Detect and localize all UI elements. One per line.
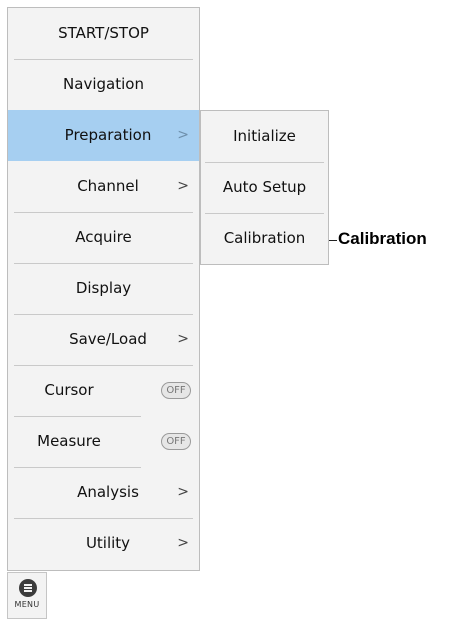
menu-item-navigation[interactable]: Navigation [8, 59, 199, 110]
menu-item-label: START/STOP [58, 24, 149, 42]
menu-item-label: Navigation [63, 75, 144, 93]
menu-item-label: Display [75, 279, 132, 297]
chevron-right-icon: > [177, 127, 189, 143]
submenu-item-initialize[interactable]: Initialize [201, 111, 328, 162]
menu-item-label: Preparation [64, 126, 152, 144]
menu-item-label: Analysis [77, 483, 139, 501]
menu-item-display[interactable]: Display [8, 263, 199, 314]
menu-button[interactable]: MENU [7, 572, 47, 619]
menu-item-label: Channel [77, 177, 139, 195]
menu-item-label: Utility [85, 534, 131, 552]
menu-item-preparation[interactable]: Preparation > [8, 110, 199, 161]
menu-item-label: Acquire [75, 228, 132, 246]
callout-leader-line [329, 240, 337, 241]
menu-item-measure[interactable]: Measure OFF [8, 416, 199, 467]
menu-item-analysis[interactable]: Analysis > [8, 467, 199, 518]
menu-item-channel[interactable]: Channel > [8, 161, 199, 212]
callout-label: Calibration [338, 229, 427, 248]
menu-item-start-stop[interactable]: START/STOP [8, 8, 199, 59]
submenu-item-auto-setup[interactable]: Auto Setup [201, 162, 328, 213]
menu-item-label: Save/Load [69, 330, 147, 348]
preparation-submenu: Initialize Auto Setup Calibration [200, 110, 329, 265]
menu-icon [19, 579, 37, 597]
chevron-right-icon: > [177, 331, 189, 347]
menu-item-label: Measure [37, 432, 101, 450]
chevron-right-icon: > [177, 484, 189, 500]
menu-item-acquire[interactable]: Acquire [8, 212, 199, 263]
menu-item-save-load[interactable]: Save/Load > [8, 314, 199, 365]
menu-item-utility[interactable]: Utility > [8, 518, 199, 569]
menu-button-label: MENU [14, 600, 40, 609]
menu-item-cursor[interactable]: Cursor OFF [8, 365, 199, 416]
off-toggle-badge[interactable]: OFF [161, 433, 191, 450]
chevron-right-icon: > [177, 535, 189, 551]
submenu-item-calibration[interactable]: Calibration [201, 213, 328, 264]
off-toggle-badge[interactable]: OFF [161, 382, 191, 399]
chevron-right-icon: > [177, 178, 189, 194]
main-menu: START/STOP Navigation Preparation > Chan… [7, 7, 200, 571]
menu-item-label: Cursor [44, 381, 94, 399]
